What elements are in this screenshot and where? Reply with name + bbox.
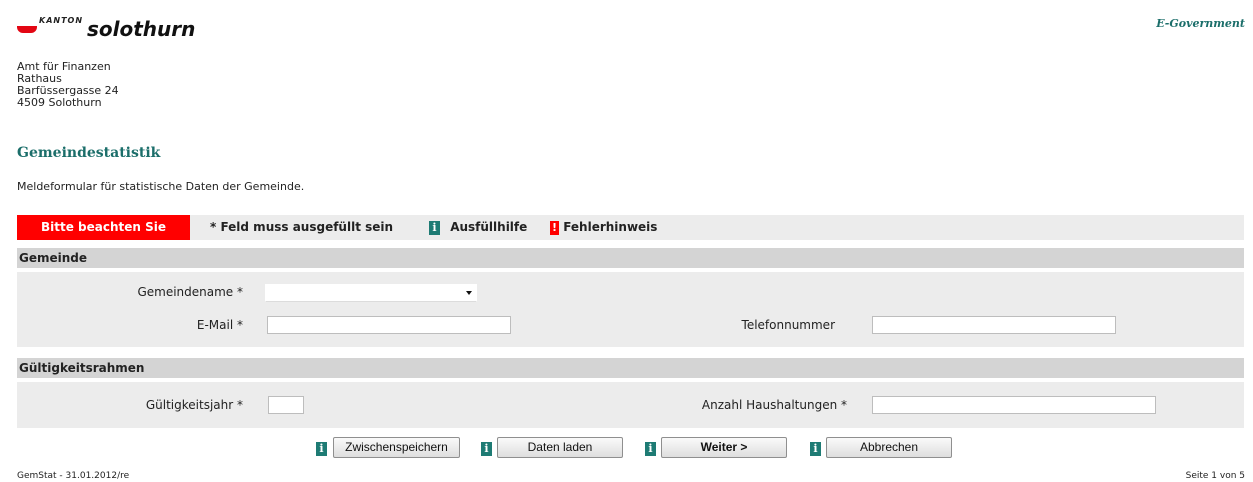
section-header-gueltigkeit: Gültigkeitsrahmen — [17, 358, 1244, 378]
logo-kanton-text: KANTON — [39, 16, 84, 25]
page-indicator: Seite 1 von 5 — [1185, 471, 1245, 481]
haushaltungen-field[interactable] — [872, 396, 1156, 414]
info-icon[interactable]: i — [810, 442, 821, 456]
error-icon: ! — [550, 220, 559, 235]
weiter-button[interactable]: Weiter > — [661, 437, 787, 458]
egov-label: E-Government — [1156, 17, 1245, 30]
address-block: Amt für Finanzen Rathaus Barfüssergasse … — [17, 61, 119, 109]
help-legend-label: Ausfüllhilfe — [450, 220, 528, 234]
section-title: Gemeinde — [19, 251, 88, 265]
error-legend-label: Fehlerhinweis — [563, 220, 658, 234]
telefon-label: Telefonnummer — [741, 318, 835, 332]
abbrechen-button[interactable]: Abbrechen — [826, 437, 952, 458]
flag-icon — [17, 26, 37, 33]
error-legend: ! Fehlerhinweis — [550, 215, 657, 240]
email-field[interactable] — [267, 316, 511, 334]
required-legend: * Feld muss ausgefüllt sein — [210, 220, 394, 234]
telefon-field[interactable] — [872, 316, 1116, 334]
version-label: GemStat - 31.01.2012/re — [17, 471, 130, 481]
chevron-down-icon — [466, 291, 472, 295]
zwischenspeichern-button[interactable]: Zwischenspeichern — [333, 437, 460, 458]
gueltigkeitsjahr-label: Gültigkeitsjahr * — [145, 398, 243, 412]
address-line: 4509 Solothurn — [17, 96, 102, 109]
email-label: E-Mail * — [196, 318, 243, 332]
haushaltungen-label: Anzahl Haushaltungen * — [701, 398, 847, 412]
info-icon[interactable]: i — [481, 442, 492, 456]
info-icon[interactable]: i — [316, 442, 327, 456]
help-legend: i Ausfüllhilfe — [429, 215, 527, 240]
gueltigkeitsjahr-field[interactable] — [268, 396, 304, 414]
section-header-gemeinde: Gemeinde — [17, 248, 1244, 268]
section-title: Gültigkeitsrahmen — [19, 361, 145, 375]
page-title: Gemeindestatistik — [17, 145, 161, 161]
notice-label: Bitte beachten Sie — [17, 215, 190, 240]
page-subtitle: Meldeformular für statistische Daten der… — [17, 180, 305, 193]
gemeindename-label: Gemeindename * — [137, 285, 243, 299]
info-icon: i — [429, 220, 440, 235]
daten-laden-button[interactable]: Daten laden — [497, 437, 623, 458]
section-body-gemeinde — [17, 272, 1244, 347]
gemeindename-select[interactable] — [265, 284, 477, 302]
info-icon[interactable]: i — [645, 442, 656, 456]
logo-name-text: solothurn — [87, 17, 196, 41]
legend-bar: Bitte beachten Sie * Feld muss ausgefüll… — [17, 215, 1244, 240]
